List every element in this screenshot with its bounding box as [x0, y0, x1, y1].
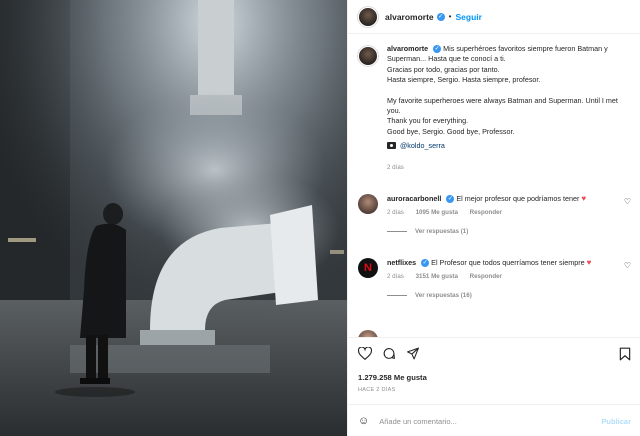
avatar[interactable]: N — [358, 258, 378, 278]
verified-badge-icon: ✓ — [433, 45, 442, 54]
red-heart-emoji-icon: ♥ — [581, 194, 587, 203]
caption-line: Hasta siempre, Sergio. Hasta siempre, pr… — [387, 75, 541, 85]
like-comment-heart-icon[interactable]: ♡ — [624, 197, 631, 206]
comment-meta: 2 días 3151 Me gusta Responder — [387, 273, 633, 280]
caption-time: 2 días — [387, 164, 404, 172]
post-sidebar: alvaromorte ✓ • Seguir alvaromorte ✓ Mis… — [347, 0, 640, 436]
caption-line: Gracias por todo, gracias por tanto. — [387, 64, 500, 74]
verified-badge-icon: ✓ — [446, 195, 455, 204]
comment-username[interactable]: netflixes — [387, 258, 416, 267]
caption-line: Thank you for everything. — [387, 116, 469, 126]
comment-text: netflixes ✓ El Profesor que todos querrí… — [387, 258, 615, 268]
likes-count[interactable]: 1.279.258 Me gusta — [358, 373, 427, 382]
comment: auroracarbonell ✓ El mejor profesor que … — [358, 194, 633, 235]
publish-button[interactable]: Publicar — [601, 417, 631, 426]
avatar[interactable] — [358, 330, 378, 337]
post-actions: 1.279.258 Me gusta HACE 2 DÍAS ☺ Publica… — [348, 337, 640, 436]
share-icon[interactable] — [406, 347, 420, 365]
comment-body: El mejor profesor que podríamos tener — [456, 194, 580, 203]
red-heart-emoji-icon: ♥ — [586, 258, 592, 267]
post-date: HACE 2 DÍAS — [358, 387, 396, 393]
post-username[interactable]: alvaromorte — [385, 12, 434, 22]
caption-text: alvaromorte ✓ Mis superhéroes favoritos … — [387, 44, 633, 137]
replies-line — [387, 295, 407, 296]
comment-username[interactable]: auroracarbonell — [387, 194, 441, 203]
photo-credit[interactable]: @koldo_serra — [387, 141, 633, 150]
comment-icon[interactable] — [382, 347, 396, 365]
instagram-post-modal: alvaromorte ✓ • Seguir alvaromorte ✓ Mis… — [0, 0, 640, 436]
photo-credit-handle[interactable]: @koldo_serra — [400, 141, 445, 150]
caption-line: My favorite superheroes were always Batm… — [387, 95, 618, 116]
netflix-logo-icon: N — [364, 262, 372, 274]
avatar[interactable] — [358, 194, 378, 214]
caption-username[interactable]: alvaromorte — [387, 44, 428, 53]
verified-badge-icon: ✓ — [436, 12, 445, 21]
avatar[interactable] — [358, 6, 378, 27]
action-icons — [357, 346, 430, 365]
view-replies-label[interactable]: Ver respuestas (16) — [415, 292, 472, 299]
post-photo-image — [0, 0, 347, 436]
add-comment-input[interactable] — [379, 416, 602, 426]
caption-line: Good bye, Sergio. Good bye, Professor. — [387, 126, 515, 136]
like-comment-heart-icon[interactable]: ♡ — [624, 261, 631, 270]
camera-icon — [387, 142, 396, 150]
view-replies-button[interactable]: Ver respuestas (1) — [387, 228, 633, 235]
bookmark-icon[interactable] — [619, 347, 631, 366]
view-replies-button[interactable]: Ver respuestas (16) — [387, 292, 633, 299]
comment-text: auroracarbonell ✓ El mejor profesor que … — [387, 194, 615, 204]
heart-icon[interactable] — [357, 346, 373, 365]
post-header: alvaromorte ✓ • Seguir — [348, 0, 640, 34]
comment-time: 2 días — [387, 209, 404, 216]
separator-dot: • — [448, 12, 452, 21]
reply-button[interactable]: Responder — [470, 273, 502, 280]
comment-time: 2 días — [387, 273, 404, 280]
caption-avatar[interactable] — [358, 46, 378, 66]
add-comment-bar: ☺ Publicar — [348, 404, 640, 436]
replies-line — [387, 231, 407, 232]
emoji-icon[interactable]: ☺ — [358, 415, 369, 427]
view-replies-label[interactable]: Ver respuestas (1) — [415, 228, 468, 235]
comment: N netflixes ✓ El Profesor que todos quer… — [358, 258, 633, 299]
post-photo[interactable] — [0, 0, 347, 436]
follow-button[interactable]: Seguir — [455, 12, 481, 22]
comment-likes[interactable]: 1095 Me gusta — [416, 209, 458, 216]
verified-badge-icon: ✓ — [421, 259, 430, 268]
comment-likes[interactable]: 3151 Me gusta — [416, 273, 458, 280]
comment-meta: 2 días 1095 Me gusta Responder — [387, 209, 633, 216]
comment-body: El Profesor que todos querríamos tener s… — [431, 258, 585, 267]
comments-list[interactable]: alvaromorte ✓ Mis superhéroes favoritos … — [348, 34, 640, 337]
caption: alvaromorte ✓ Mis superhéroes favoritos … — [358, 44, 633, 171]
reply-button[interactable]: Responder — [470, 209, 502, 216]
